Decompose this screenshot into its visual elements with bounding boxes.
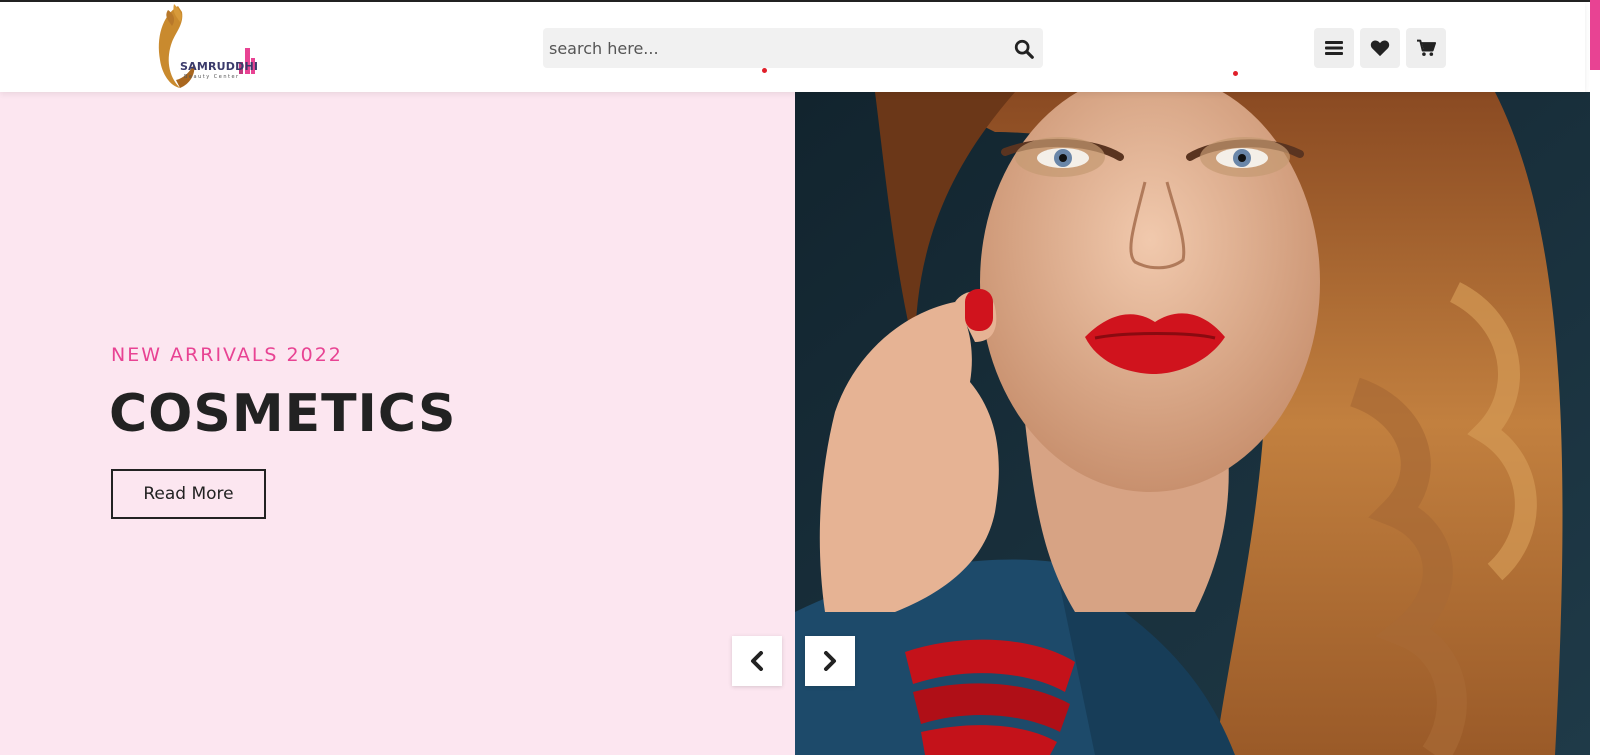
cart-button[interactable] xyxy=(1406,28,1446,68)
indicator-dot xyxy=(762,68,767,73)
read-more-button[interactable]: Read More xyxy=(111,469,266,519)
search-icon xyxy=(1014,39,1034,59)
hero-photo xyxy=(795,92,1590,755)
search-input[interactable] xyxy=(543,28,1003,68)
menu-icon xyxy=(1325,41,1343,55)
logo-tagline: Beauty Center xyxy=(184,74,240,80)
cart-icon xyxy=(1417,39,1436,56)
chevron-right-icon xyxy=(824,651,836,671)
search-button[interactable] xyxy=(1011,36,1037,62)
wishlist-button[interactable] xyxy=(1360,28,1400,68)
heart-icon xyxy=(1370,40,1390,57)
scrollbar-accent[interactable] xyxy=(1590,0,1600,70)
slider-prev-button[interactable] xyxy=(732,636,782,686)
chevron-left-icon xyxy=(751,651,763,671)
hero-model-image xyxy=(795,92,1590,755)
site-header: SAMRUDDHI Beauty Center xyxy=(0,2,1585,92)
logo-name: SAMRUDDHI xyxy=(180,60,259,73)
search-bar xyxy=(543,28,1043,68)
hero-title: COSMETICS xyxy=(109,384,457,444)
indicator-dot xyxy=(1233,71,1238,76)
site-logo[interactable]: SAMRUDDHI Beauty Center xyxy=(150,2,265,92)
hero-subtitle: NEW ARRIVALS 2022 xyxy=(111,344,343,366)
menu-button[interactable] xyxy=(1314,28,1354,68)
slider-next-button[interactable] xyxy=(805,636,855,686)
